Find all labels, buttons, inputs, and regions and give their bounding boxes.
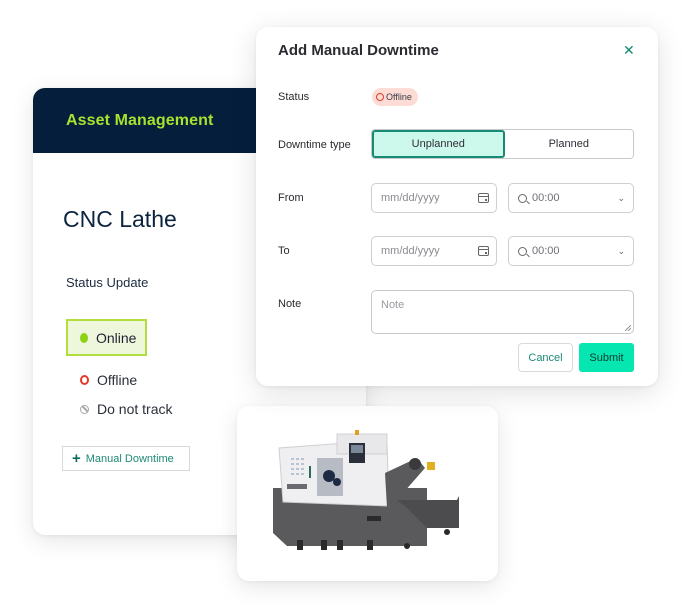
close-icon[interactable]: ✕ [623,42,635,59]
asset-card-title: Asset Management [66,111,214,129]
machine-chuck [323,470,335,482]
status-option-label: Offline [97,372,138,388]
control-screen [351,445,363,453]
from-date-input[interactable]: mm/dd/yyyy [371,183,497,213]
search-icon [518,246,527,256]
note-placeholder: Note [381,299,405,311]
machine-label-plate [287,484,307,489]
status-option-label: Online [96,329,137,346]
warning-label [427,462,435,470]
cnc-lathe-image [273,430,459,550]
from-date-placeholder: mm/dd/yyyy [381,192,440,204]
submit-button[interactable]: Submit [579,343,634,372]
to-time-value: 00:00 [532,245,560,257]
status-option-online[interactable]: Online [66,319,147,356]
online-dot-icon [80,332,88,343]
resize-handle-icon[interactable] [625,325,631,331]
machine-tool [333,478,341,486]
door-handle [309,466,311,478]
downtime-type-label: Downtime type [278,139,351,151]
from-label: From [278,192,304,204]
to-label: To [278,245,290,257]
note-textarea[interactable]: Note [371,290,634,334]
status-badge-text: Offline [386,92,412,102]
status-option-do-not-track[interactable]: Do not track [80,401,172,417]
offline-ring-icon [376,93,384,101]
manual-downtime-label: Manual Downtime [85,452,174,465]
status-badge: Offline [372,88,418,106]
status-update-label: Status Update [66,275,149,290]
chevron-down-icon: ⌄ [617,192,625,203]
status-option-offline[interactable]: Offline [80,372,137,388]
status-option-label: Do not track [97,401,173,417]
offline-ring-icon [80,375,89,385]
machine-badge [367,516,381,521]
to-date-placeholder: mm/dd/yyyy [381,245,440,257]
machine-image-card [237,406,498,581]
downtime-type-planned[interactable]: Planned [504,130,633,158]
asset-name: CNC Lathe [63,206,177,232]
status-label: Status [278,91,310,103]
machine-beacon [355,430,359,435]
downtime-type-unplanned[interactable]: Unplanned [372,130,505,158]
downtime-type-toggle: Unplanned Planned [371,129,634,159]
search-icon [518,193,527,203]
add-manual-downtime-modal: Add Manual Downtime ✕ Status Offline Dow… [256,27,658,386]
manual-downtime-button[interactable]: + Manual Downtime [62,446,190,471]
ban-icon [80,404,89,414]
modal-title: Add Manual Downtime [278,42,439,59]
from-time-value: 00:00 [532,192,560,204]
cancel-button[interactable]: Cancel [518,343,573,372]
to-date-input[interactable]: mm/dd/yyyy [371,236,497,266]
plus-icon: + [72,450,81,467]
calendar-icon[interactable] [478,193,489,203]
calendar-icon[interactable] [478,246,489,256]
note-label: Note [278,298,302,310]
chevron-down-icon: ⌄ [617,245,625,256]
from-time-select[interactable]: 00:00 ⌄ [508,183,634,213]
to-time-select[interactable]: 00:00 ⌄ [508,236,634,266]
conveyor-motor [409,458,421,470]
